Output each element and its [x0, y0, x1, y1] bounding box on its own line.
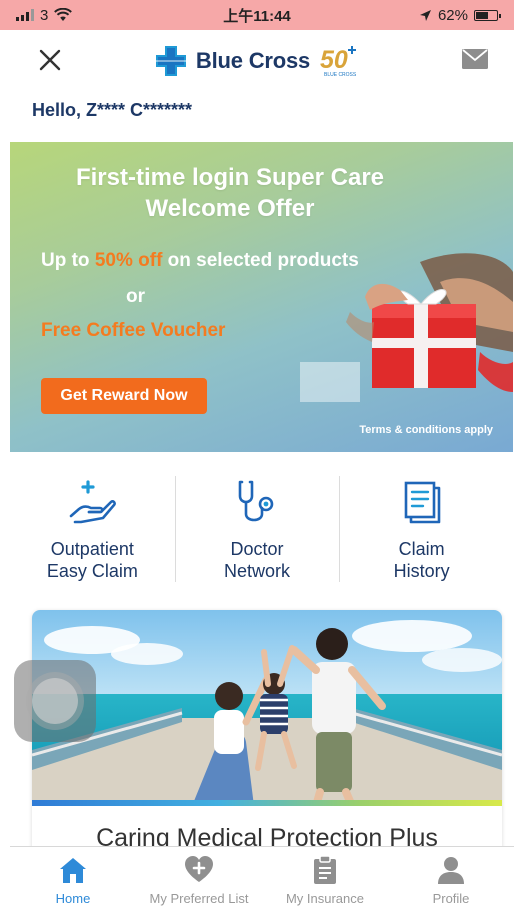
quick-action-label: Claim History: [394, 538, 450, 582]
brand-name: Blue Cross: [195, 48, 311, 73]
battery-icon: [474, 9, 501, 21]
nav-label: Home: [55, 891, 91, 906]
banner-or-text: or: [126, 286, 145, 307]
nav-item-preferred-list[interactable]: My Preferred List: [136, 847, 262, 908]
doctor-network-button[interactable]: Doctor Network: [174, 470, 340, 588]
banner-offer-suffix: on selected products: [162, 250, 359, 271]
heart-plus-icon: [185, 856, 213, 882]
nav-item-home[interactable]: Home: [10, 847, 136, 908]
quick-action-label: Outpatient Easy Claim: [47, 538, 138, 582]
banner-title: First-time login Super Care Welcome Offe…: [10, 162, 450, 224]
mail-icon[interactable]: [462, 49, 488, 69]
banner-title-line2: Welcome Offer: [145, 195, 315, 222]
nav-item-my-insurance[interactable]: My Insurance: [262, 847, 388, 908]
status-time: 上午11:44: [223, 7, 291, 25]
banner-coffee-voucher: Free Coffee Voucher: [41, 320, 226, 341]
quick-action-label-line2: History: [393, 561, 450, 581]
quick-action-label-line2: Easy Claim: [46, 561, 138, 581]
status-bar: 3 上午11:44 62%: [0, 0, 514, 30]
home-icon: [60, 858, 86, 883]
svg-text:BLUE CROSS: BLUE CROSS: [324, 72, 357, 78]
get-reward-button[interactable]: Get Reward Now: [41, 378, 207, 414]
wifi-icon: [54, 8, 73, 21]
status-right: 62%: [419, 6, 501, 24]
quick-action-label: Doctor Network: [224, 538, 290, 582]
signal-icon: [16, 9, 34, 21]
profile-icon: [438, 857, 464, 884]
banner-offer-highlight: 50% off: [94, 250, 163, 271]
banner-title-line1: First-time login Super Care: [75, 164, 385, 191]
terms-link[interactable]: Terms & conditions apply: [359, 424, 493, 436]
nav-label: My Insurance: [285, 891, 365, 906]
outpatient-easy-claim-button[interactable]: Outpatient Easy Claim: [10, 470, 175, 588]
bottom-nav: Home My Preferred List My Insurance Prof…: [10, 846, 514, 908]
close-icon[interactable]: [36, 46, 64, 74]
banner-discount-line: Up to 50% off on selected products: [41, 250, 359, 272]
quick-action-label-line1: Outpatient: [50, 539, 134, 559]
nav-label: My Preferred List: [149, 891, 249, 906]
hand-plus-icon: [70, 480, 117, 524]
anniversary-50-badge: 50 BLUE CROSS: [320, 46, 357, 78]
stethoscope-icon: [238, 480, 274, 522]
carrier-name: 3: [40, 6, 49, 24]
banner-offer-prefix: Up to: [41, 250, 95, 271]
quick-action-label-line1: Claim: [398, 539, 445, 559]
quick-action-label-line1: Doctor: [230, 539, 284, 559]
clipboard-icon: [314, 855, 336, 884]
claim-history-button[interactable]: Claim History: [339, 470, 504, 588]
location-arrow-icon: [419, 9, 431, 21]
welcome-offer-banner[interactable]: First-time login Super Care Welcome Offe…: [10, 142, 513, 452]
status-left: 3: [16, 6, 73, 24]
assistive-touch-button[interactable]: [14, 660, 96, 742]
document-icon: [404, 481, 440, 524]
family-beach-photo: [32, 610, 502, 806]
brand-logo: Blue Cross 50 BLUE CROSS: [154, 44, 360, 78]
blue-cross-logo-icon: [155, 46, 186, 76]
quick-actions: Outpatient Easy Claim Doctor Network Cla…: [10, 470, 504, 588]
promo-card-medical-protection[interactable]: Caring Medical Protection Plus: [32, 610, 502, 850]
svg-text:50: 50: [320, 46, 348, 74]
nav-item-profile[interactable]: Profile: [388, 847, 514, 908]
quick-action-label-line2: Network: [224, 561, 291, 581]
battery-percent: 62%: [437, 6, 468, 24]
promo-color-stripe: [32, 800, 502, 806]
battery-fill: [476, 11, 489, 19]
nav-label: Profile: [432, 891, 470, 906]
app-header: Blue Cross 50 BLUE CROSS: [10, 30, 504, 92]
assistive-touch-circle-icon: [32, 678, 78, 724]
greeting-text: Hello, Z**** C*******: [32, 100, 193, 120]
